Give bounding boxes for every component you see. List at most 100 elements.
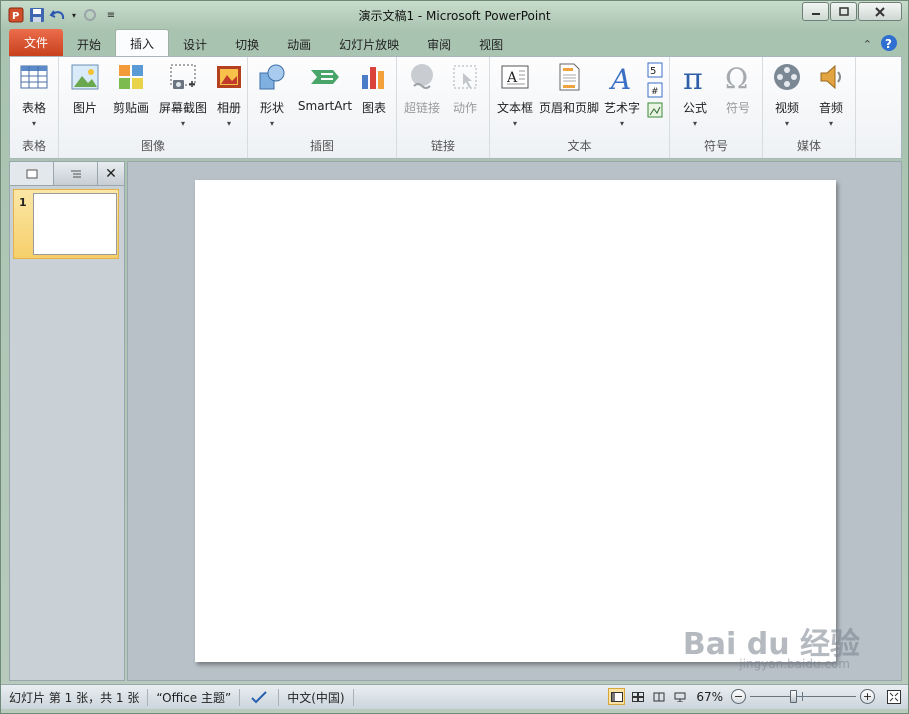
- screenshot-button[interactable]: 屏幕截图 ▾: [155, 61, 211, 128]
- title-bar: P ▾ ≡ 演示文稿1 - Microsoft PowerPoint: [1, 1, 908, 29]
- slide-canvas[interactable]: [195, 180, 836, 662]
- window-title: 演示文稿1 - Microsoft PowerPoint: [358, 9, 551, 23]
- chevron-down-icon: ▾: [226, 119, 231, 128]
- equation-button[interactable]: π 公式 ▾: [676, 61, 714, 128]
- chevron-down-icon: ▾: [828, 119, 833, 128]
- slide-thumbnail-image: [33, 193, 117, 255]
- tab-file[interactable]: 文件: [9, 29, 64, 56]
- normal-view-icon[interactable]: [608, 688, 626, 705]
- slides-tab-icon: [26, 169, 37, 178]
- clipart-button[interactable]: 剪贴画: [111, 61, 151, 116]
- slide-sorter-icon[interactable]: [629, 688, 646, 705]
- ribbon-tabs: 文件 开始 插入 设计 切换 动画 幻灯片放映 审阅 视图: [9, 29, 517, 56]
- speaker-icon: [820, 64, 841, 90]
- photo-album-icon: [217, 66, 241, 88]
- svg-text:#: #: [651, 87, 659, 97]
- date-time-icon[interactable]: 5: [647, 62, 663, 78]
- picture-icon: [71, 64, 99, 90]
- fit-to-window-icon[interactable]: [885, 688, 902, 705]
- screenshot-icon: [170, 64, 196, 89]
- textbox-button[interactable]: A 文本框 ▾: [495, 61, 535, 128]
- hyperlink-globe-icon: [411, 64, 433, 89]
- group-table: 表格 ▾ 表格: [10, 57, 59, 158]
- svg-text:A: A: [608, 63, 631, 93]
- object-icon[interactable]: [647, 102, 663, 118]
- tab-review[interactable]: 审阅: [413, 32, 465, 56]
- omega-icon: Ω: [725, 62, 748, 93]
- text-small-buttons: 5 #: [647, 62, 663, 118]
- help-area: ⌃ ?: [863, 34, 898, 55]
- wordart-button[interactable]: A 艺术字 ▾: [602, 61, 642, 128]
- picture-button[interactable]: 图片: [67, 61, 103, 116]
- chart-icon: [362, 67, 384, 89]
- slide-editor: [127, 161, 902, 681]
- slide-number: 1: [19, 196, 27, 209]
- svg-text:?: ?: [885, 37, 892, 51]
- minimize-button[interactable]: [802, 2, 829, 21]
- slides-panel: ✕ 1: [9, 161, 125, 681]
- tab-home[interactable]: 开始: [63, 32, 115, 56]
- chevron-down-icon: ▾: [692, 119, 697, 128]
- header-footer-button[interactable]: 页眉和页脚: [538, 61, 600, 116]
- clipart-icon: [119, 65, 143, 89]
- smartart-icon: [311, 70, 339, 84]
- chevron-down-icon: ▾: [619, 119, 624, 128]
- svg-text:Ω: Ω: [725, 62, 748, 93]
- shapes-icon: [259, 64, 285, 90]
- slide-number-icon[interactable]: #: [647, 82, 663, 98]
- film-reel-icon: [774, 64, 800, 90]
- tab-view[interactable]: 视图: [465, 32, 517, 56]
- table-button[interactable]: 表格 ▾: [16, 61, 52, 128]
- pi-icon: π: [683, 62, 703, 93]
- zoom-in-button[interactable]: +: [860, 689, 875, 704]
- group-symbols: π 公式 ▾ Ω 符号 符号: [670, 57, 763, 158]
- action-button[interactable]: 动作: [447, 61, 483, 116]
- zoom-slider[interactable]: [750, 688, 856, 705]
- theme-name[interactable]: “Office 主题”: [148, 688, 241, 706]
- group-text: A 文本框 ▾ 页眉和页脚 A 艺术字 ▾ 5 # 文本: [490, 57, 670, 158]
- zoom-level[interactable]: 67%: [696, 690, 723, 704]
- table-icon: [20, 65, 48, 89]
- action-icon: [453, 65, 477, 89]
- textbox-icon: A: [501, 65, 529, 89]
- hyperlink-button[interactable]: 超链接: [403, 61, 441, 116]
- status-bar: 幻灯片 第 1 张，共 1 张 “Office 主题” 中文(中国) 67% −…: [1, 684, 908, 709]
- maximize-button[interactable]: [830, 2, 857, 21]
- chart-button[interactable]: 图表: [356, 61, 392, 116]
- wordart-icon: A: [608, 63, 631, 93]
- shapes-button[interactable]: 形状 ▾: [254, 61, 290, 128]
- group-illustrations: 形状 ▾ SmartArt 图表 插图: [248, 57, 397, 158]
- view-zoom-controls: 67% − +: [608, 688, 902, 705]
- tab-design[interactable]: 设计: [169, 32, 221, 56]
- reading-view-icon[interactable]: [650, 688, 667, 705]
- tab-insert[interactable]: 插入: [115, 29, 170, 56]
- tab-animations[interactable]: 动画: [273, 32, 325, 56]
- audio-button[interactable]: 音频 ▾: [813, 61, 849, 128]
- help-icon[interactable]: ?: [880, 34, 898, 55]
- slide-thumbnail-1[interactable]: 1: [13, 189, 119, 259]
- close-panel-icon[interactable]: ✕: [98, 162, 124, 185]
- watermark-url: jingyan.baidu.com: [739, 657, 850, 671]
- slides-tab[interactable]: [10, 162, 54, 185]
- chevron-down-icon: ▾: [784, 119, 789, 128]
- symbol-button[interactable]: Ω 符号: [720, 61, 756, 116]
- tab-transitions[interactable]: 切换: [221, 32, 273, 56]
- tab-slideshow[interactable]: 幻灯片放映: [325, 32, 413, 56]
- group-media: 视频 ▾ 音频 ▾ 媒体: [763, 57, 856, 158]
- minimize-ribbon-icon[interactable]: ⌃: [863, 38, 872, 51]
- powerpoint-window: P ▾ ≡ 演示文稿1 - Microsoft PowerPoint 文件 开始…: [0, 0, 909, 714]
- photo-album-button[interactable]: 相册 ▾: [212, 61, 246, 128]
- ribbon-insert: 表格 ▾ 表格 图片 剪贴画 屏幕截图 ▾ 相册 ▾ 图像 形状 ▾ Smart…: [9, 56, 902, 159]
- outline-tab-icon: [70, 170, 81, 177]
- spellcheck-icon[interactable]: [240, 688, 280, 706]
- chevron-down-icon: ▾: [180, 119, 185, 128]
- video-button[interactable]: 视频 ▾: [769, 61, 805, 128]
- language[interactable]: 中文(中国): [279, 688, 354, 706]
- outline-tab[interactable]: [54, 162, 98, 185]
- zoom-out-button[interactable]: −: [731, 689, 746, 704]
- group-links: 超链接 动作 链接: [397, 57, 490, 158]
- panel-tabs: ✕: [10, 162, 124, 186]
- smartart-button[interactable]: SmartArt: [295, 61, 355, 113]
- slideshow-view-icon[interactable]: [671, 688, 688, 705]
- close-button[interactable]: [858, 2, 902, 21]
